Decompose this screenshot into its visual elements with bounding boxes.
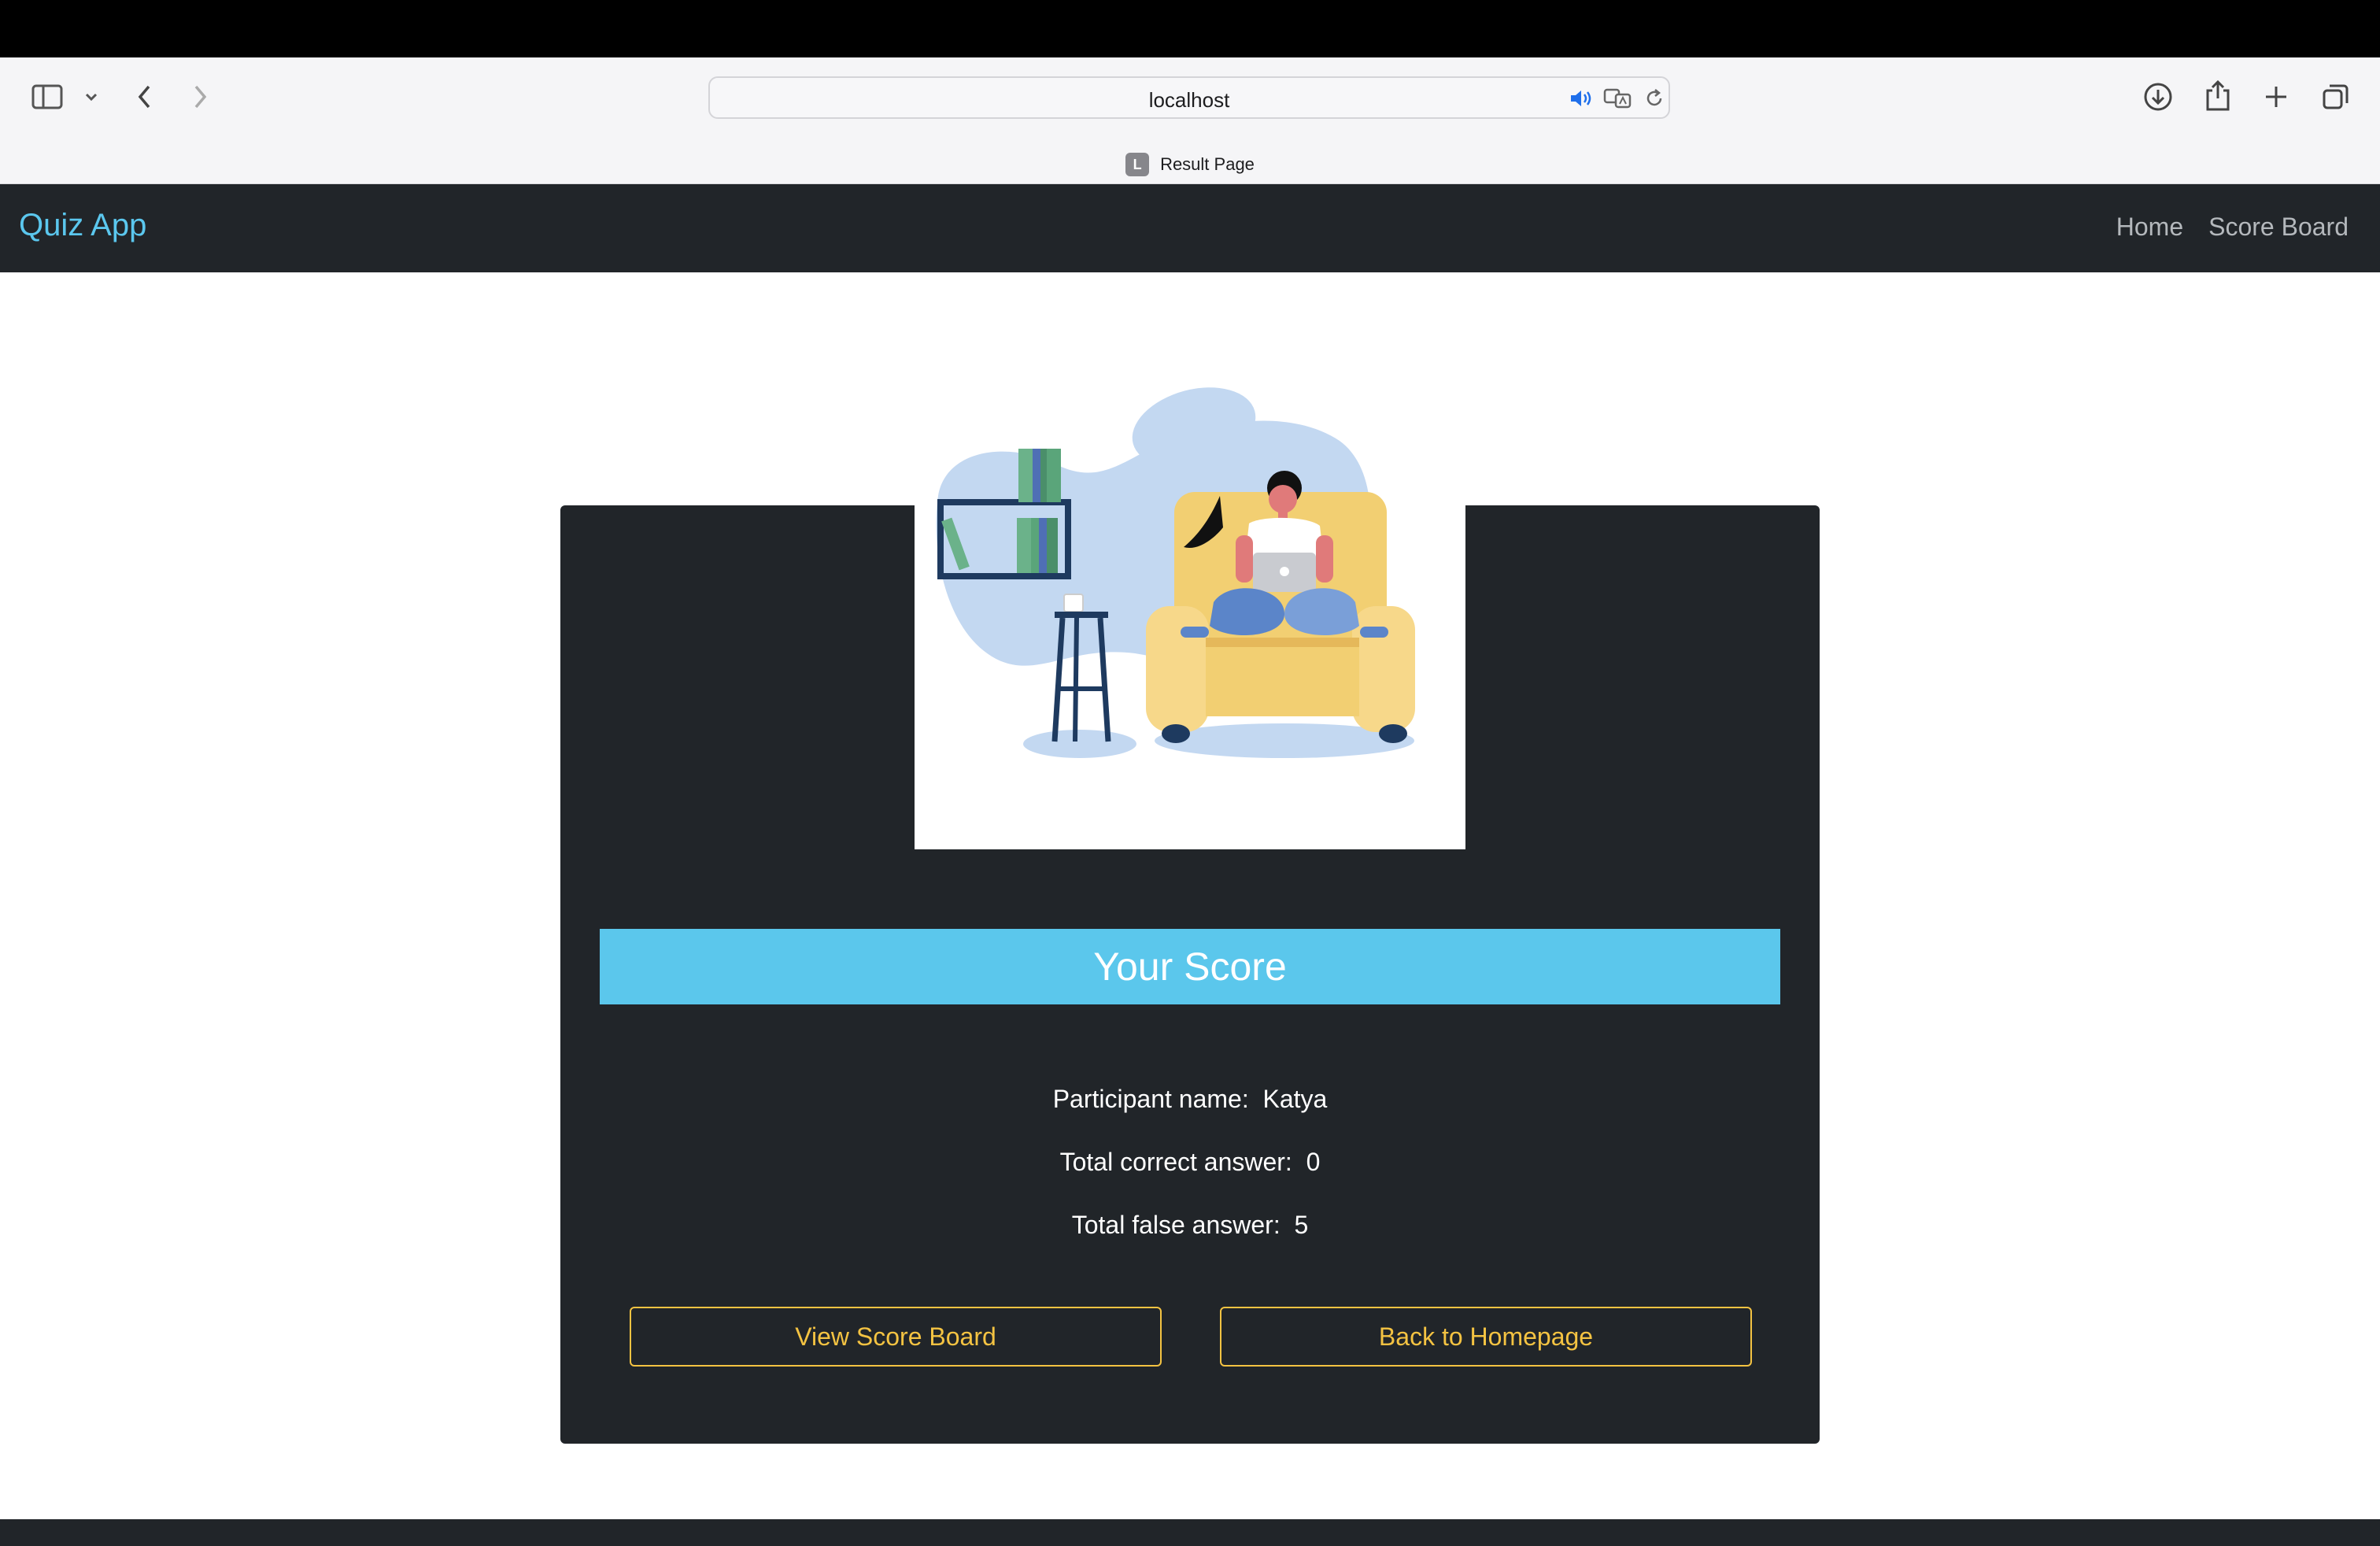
brand-link[interactable]: Quiz App	[19, 208, 146, 243]
nav-links: Home Score Board	[2116, 213, 2349, 242]
participant-name: Katya	[1262, 1085, 1328, 1113]
sidebar-toggle-icon[interactable]	[30, 81, 65, 113]
translate-icon[interactable]	[1602, 87, 1634, 109]
tab-overview-icon[interactable]	[2320, 81, 2352, 113]
speaker-icon[interactable]	[1568, 87, 1595, 109]
address-bar[interactable]: localhost	[708, 76, 1670, 119]
footer-bar	[0, 1519, 2380, 1546]
nav-score-board-link[interactable]: Score Board	[2208, 213, 2349, 242]
participant-label: Participant name:	[1052, 1085, 1249, 1113]
favicon: L	[1125, 153, 1150, 176]
back-to-homepage-button[interactable]: Back to Homepage	[1220, 1307, 1752, 1367]
view-score-board-button[interactable]: View Score Board	[630, 1307, 1162, 1367]
system-top-bar	[0, 0, 2380, 57]
correct-answer-row: Total correct answer: 0	[560, 1148, 1820, 1177]
share-icon[interactable]	[2202, 78, 2234, 113]
url-text: localhost	[1148, 88, 1230, 112]
participant-row: Participant name: Katya	[560, 1085, 1820, 1114]
browser-toolbar: localhost L Result Page	[0, 57, 2380, 184]
correct-answer-value: 0	[1306, 1148, 1321, 1176]
nav-home-link[interactable]: Home	[2116, 213, 2183, 242]
score-header: Your Score	[600, 929, 1780, 1004]
download-icon[interactable]	[2142, 81, 2174, 113]
score-heading: Your Score	[1093, 945, 1287, 989]
back-icon[interactable]	[132, 81, 157, 113]
tab-result-page[interactable]: L Result Page	[0, 149, 2380, 180]
correct-answer-label: Total correct answer:	[1059, 1148, 1292, 1176]
app-navbar: Quiz App Home Score Board	[0, 184, 2380, 272]
tab-title: Result Page	[1160, 154, 1255, 174]
false-answer-label: Total false answer:	[1071, 1211, 1281, 1239]
forward-icon[interactable]	[187, 81, 213, 113]
new-tab-icon[interactable]	[2260, 81, 2292, 113]
chevron-down-icon[interactable]	[82, 87, 101, 106]
false-answer-value: 5	[1294, 1211, 1309, 1239]
false-answer-row: Total false answer: 5	[560, 1211, 1820, 1240]
reload-icon[interactable]	[1643, 87, 1665, 109]
reading-woman-illustration	[936, 387, 1415, 758]
